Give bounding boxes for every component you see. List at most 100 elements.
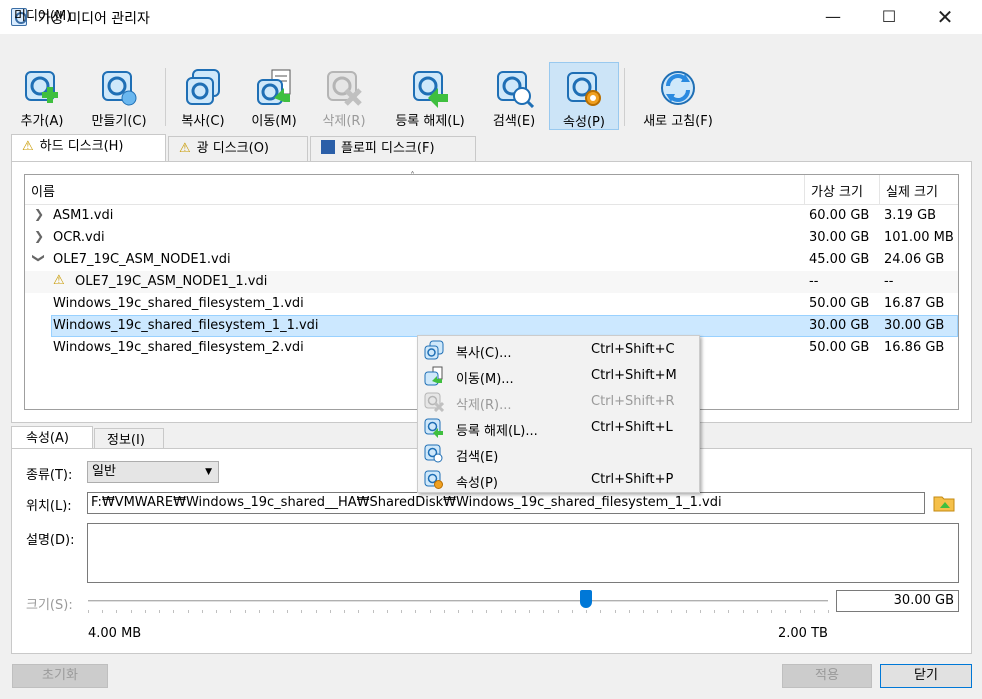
type-label: 종류(T): [26, 468, 73, 483]
reset-button[interactable]: 초기화 [12, 664, 108, 688]
slider-tick [515, 610, 516, 613]
slider-tick [301, 610, 302, 613]
slider-tick [344, 610, 345, 613]
create-label: 만들기(C) [91, 114, 147, 129]
tab-hard-disks-label: 하드 디스크(H) [39, 139, 124, 154]
tab-optical-disks[interactable]: ⚠ 광 디스크(O) [168, 136, 308, 162]
row-actual-size: -- [884, 274, 894, 289]
table-row[interactable]: ❯ ASM1.vdi 60.00 GB 3.19 GB [25, 205, 958, 227]
search-button[interactable]: 검색(E) [482, 62, 546, 130]
chevron-right-icon[interactable]: ❯ [34, 229, 44, 243]
slider-tick [771, 610, 772, 613]
slider-tick [216, 610, 217, 613]
slider-tick [743, 610, 744, 613]
context-item-label: 검색(E) [456, 450, 499, 465]
column-header-actual-size[interactable]: 실제 크기 [886, 181, 938, 200]
context-item-label: 복사(C)... [456, 346, 512, 361]
toolbar-separator [624, 68, 625, 126]
folder-browse-icon[interactable] [932, 491, 958, 515]
column-divider [879, 175, 880, 205]
size-slider-thumb[interactable] [580, 590, 593, 608]
type-select[interactable]: 일반 ▼ [87, 461, 219, 483]
slider-tick [373, 610, 374, 613]
slider-tick [686, 610, 687, 613]
slider-tick [629, 610, 630, 613]
size-slider-track[interactable] [88, 600, 828, 602]
chevron-down-icon[interactable]: ❯ [32, 253, 46, 263]
remove-button[interactable]: 삭제(R) [312, 62, 376, 130]
slider-tick [273, 610, 274, 613]
slider-tick [657, 610, 658, 613]
disk-remove-icon [327, 71, 362, 106]
slider-tick [700, 610, 701, 613]
table-row-selected[interactable]: Windows_19c_shared_filesystem_1_1.vdi 30… [25, 315, 958, 337]
move-button[interactable]: 이동(M) [242, 62, 306, 130]
column-header-virtual-size[interactable]: 가상 크기 [811, 181, 863, 200]
table-row[interactable]: ❯ OLE7_19C_ASM_NODE1.vdi 45.00 GB 24.06 … [25, 249, 958, 271]
size-field[interactable]: 30.00 GB [836, 590, 959, 612]
size-max-label: 2.00 TB [778, 626, 828, 641]
context-properties-item[interactable]: 속성(P) Ctrl+Shift+P [420, 467, 697, 493]
slider-tick [202, 610, 203, 613]
slider-tick [529, 610, 530, 613]
disk-release-icon [413, 71, 448, 108]
column-divider [804, 175, 805, 205]
slider-tick [501, 610, 502, 613]
context-copy-item[interactable]: 복사(C)... Ctrl+Shift+C [420, 337, 697, 363]
column-header-name[interactable]: 이름 [31, 181, 55, 200]
tab-floppy-disks-label: 플로피 디스크(F) [341, 141, 435, 156]
properties-label: 속성(P) [563, 115, 605, 130]
row-name: OLE7_19C_ASM_NODE1.vdi [53, 252, 231, 267]
disk-properties-icon [424, 470, 443, 489]
apply-button[interactable]: 적용 [782, 664, 872, 688]
context-move-item[interactable]: 이동(M)... Ctrl+Shift+M [420, 363, 697, 389]
context-search-item[interactable]: 검색(E) [420, 441, 697, 467]
slider-tick [643, 610, 644, 613]
menu-media[interactable]: 미디어(M) [14, 5, 71, 24]
search-label: 검색(E) [492, 114, 536, 129]
chevron-right-icon[interactable]: ❯ [34, 207, 44, 221]
tab-hard-disks[interactable]: ⚠ 하드 디스크(H) [11, 134, 166, 162]
minimize-button[interactable]: — [810, 0, 856, 34]
row-virtual-size: 50.00 GB [809, 340, 870, 355]
floppy-icon [321, 140, 335, 154]
table-row[interactable]: ❯ OCR.vdi 30.00 GB 101.00 MB [25, 227, 958, 249]
warning-icon: ⚠ [53, 273, 65, 288]
copy-button[interactable]: 복사(C) [172, 62, 234, 130]
disk-search-icon [424, 444, 443, 463]
create-button[interactable]: 만들기(C) [80, 62, 158, 130]
tab-floppy-disks[interactable]: 플로피 디스크(F) [310, 136, 476, 162]
slider-tick [387, 610, 388, 613]
disk-move-icon [257, 69, 291, 105]
slider-tick [188, 610, 189, 613]
slider-tick [600, 610, 601, 613]
slider-tick [458, 610, 459, 613]
row-name: Windows_19c_shared_filesystem_2.vdi [53, 340, 304, 355]
close-button[interactable]: 닫기 [880, 664, 972, 688]
context-remove-item[interactable]: 삭제(R)... Ctrl+Shift+R [420, 389, 697, 415]
row-virtual-size: 50.00 GB [809, 296, 870, 311]
context-menu: 복사(C)... Ctrl+Shift+C 이동(M)... Ctrl+Shif… [417, 335, 700, 493]
context-release-item[interactable]: 등록 해제(L)... Ctrl+Shift+L [420, 415, 697, 441]
table-row[interactable]: Windows_19c_shared_filesystem_1.vdi 50.0… [25, 293, 958, 315]
slider-tick [330, 610, 331, 613]
close-window-button[interactable]: ✕ [922, 0, 968, 34]
disk-properties-icon [567, 72, 601, 106]
release-button[interactable]: 등록 해제(L) [384, 62, 476, 130]
refresh-button[interactable]: 새로 고침(F) [630, 62, 726, 130]
refresh-icon [661, 71, 695, 105]
slider-tick [259, 610, 260, 613]
slider-tick [543, 610, 544, 613]
properties-button[interactable]: 속성(P) [549, 62, 619, 130]
disk-create-icon [102, 71, 137, 106]
slider-tick [828, 610, 829, 613]
row-actual-size: 3.19 GB [884, 208, 937, 223]
add-button[interactable]: 추가(A) [10, 62, 74, 130]
slider-tick [586, 610, 587, 613]
disk-remove-icon [424, 392, 444, 412]
table-row[interactable]: ⚠ OLE7_19C_ASM_NODE1_1.vdi -- -- [25, 271, 958, 293]
slider-tick [671, 610, 672, 613]
description-field[interactable] [87, 523, 959, 583]
maximize-button[interactable]: ☐ [866, 0, 912, 34]
location-field[interactable]: F:₩VMWARE₩Windows_19c_shared__HA₩SharedD… [87, 492, 925, 514]
